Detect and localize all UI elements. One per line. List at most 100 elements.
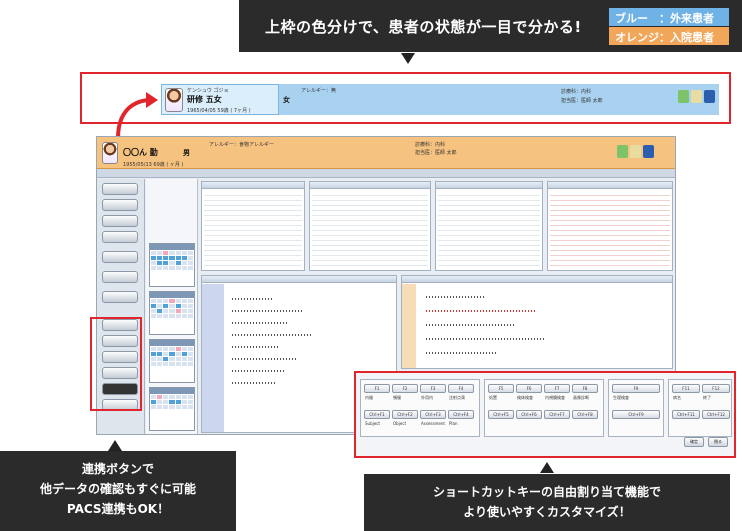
curved-arrow-icon [116, 92, 158, 139]
doctor-label: 担当医：医師 太郎 [415, 150, 457, 156]
shortcut-label: 病名 [673, 395, 681, 400]
shortcut-group: F9 生理検査 Ctrl+F9 [608, 379, 664, 437]
memo-panel[interactable] [547, 181, 673, 271]
outpatient-header-frame: ケンシュウ ゴジョ 研修 五女 1965/04/05 59歳 ( 7ヶ月 ) 女… [80, 72, 731, 124]
shortcut-key-ctrl-f12[interactable]: Ctrl+F12 [702, 410, 730, 419]
refresh-icon[interactable] [617, 145, 628, 158]
shortcut-key-ctrl-f1[interactable]: Ctrl+F1 [364, 410, 390, 419]
top-caption-title: 上枠の色分けで、患者の状態が一目で分かる! [265, 18, 582, 36]
shortcut-key-ctrl-f3[interactable]: Ctrl+F3 [420, 410, 446, 419]
rail-button[interactable] [102, 271, 138, 283]
shortcut-label: 終了 [703, 395, 711, 400]
shortcut-key-f8[interactable]: F8 [572, 384, 598, 393]
shortcut-key-f5[interactable]: F5 [488, 384, 514, 393]
soap-input-panel[interactable] [401, 275, 673, 369]
memo-icon[interactable] [691, 90, 702, 103]
close-button[interactable]: 閉る [708, 437, 728, 447]
shortcut-label: 画像診断 [573, 395, 589, 400]
calendar-month[interactable] [149, 291, 195, 335]
legend-outpatient: ブルー ：外来患者 [609, 8, 729, 26]
shortcut-label: 注射点滴 [449, 395, 465, 400]
rail-button[interactable] [102, 183, 138, 195]
doctor-label: 担当医：医師 太郎 [561, 98, 603, 104]
header-toolbar [678, 90, 715, 103]
patient-kana: ケンシュウ ゴジョ [187, 88, 229, 94]
calendar-month[interactable] [149, 387, 195, 431]
header-toolbar [617, 145, 654, 158]
vital-panel[interactable] [309, 181, 431, 271]
arrow-up-icon [108, 440, 122, 451]
book-icon[interactable] [643, 145, 654, 158]
menu-bar[interactable] [97, 169, 675, 178]
shortcut-key-f6[interactable]: F6 [516, 384, 542, 393]
patient-sex: 女 [283, 96, 290, 104]
caption-line: 他データの確認もすぐに可能 [39, 482, 196, 496]
shortcut-label: Subject [365, 421, 380, 426]
caption-line: PACS連携もOK！ [66, 502, 170, 516]
calendar-column [146, 179, 198, 434]
memo-icon[interactable] [630, 145, 641, 158]
department-label: 診療科：内科 [415, 142, 446, 148]
rail-button[interactable] [102, 215, 138, 227]
calendar-month[interactable] [149, 339, 195, 383]
rail-button[interactable] [102, 231, 138, 243]
shortcut-group: F5 F6 F7 F8 処置 検体検査 内視鏡検査 画像診断 Ctrl+F5 C… [484, 379, 604, 437]
shortcut-group: F1 F2 F3 F4 内服 頓服 外用内 注射点滴 Ctrl+F1 Ctrl+… [360, 379, 480, 437]
shortcut-key-f11[interactable]: F11 [672, 384, 700, 393]
patient-age: 1955/05/13 69歳 ( ヶ月 ) [123, 162, 184, 168]
shortcut-label: Plan [449, 421, 458, 426]
shortcut-key-f12[interactable]: F12 [702, 384, 730, 393]
allergy-label: アレルギー：食物アレルギー [209, 142, 275, 148]
shortcut-key-ctrl-f6[interactable]: Ctrl+F6 [516, 410, 542, 419]
shortcut-group: F11 F12 病名 終了 Ctrl+F11 Ctrl+F12 [668, 379, 732, 437]
outpatient-header-bar: ケンシュウ ゴジョ 研修 五女 1965/04/05 59歳 ( 7ヶ月 ) 女… [161, 84, 719, 115]
rail-button[interactable] [102, 199, 138, 211]
shortcut-label: 頓服 [393, 395, 401, 400]
book-icon[interactable] [704, 90, 715, 103]
shortcut-key-f9[interactable]: F9 [612, 384, 660, 393]
patient-info-box: ケンシュウ ゴジョ 研修 五女 1965/04/05 59歳 ( 7ヶ月 ) [161, 84, 279, 115]
caption-line: ショートカットキーの自由割り当て機能で [432, 485, 661, 499]
shortcut-key-f1[interactable]: F1 [364, 384, 390, 393]
shortcut-key-ctrl-f11[interactable]: Ctrl+F11 [672, 410, 700, 419]
patient-avatar [102, 142, 118, 164]
rail-button[interactable] [102, 251, 138, 263]
legend-inpatient: オレンジ：入院患者 [609, 27, 729, 45]
department-label: 診療科：内科 [561, 89, 592, 95]
patient-age: 1965/04/05 59歳 ( 7ヶ月 ) [187, 108, 251, 114]
shortcut-key-f4[interactable]: F4 [448, 384, 474, 393]
shortcut-label: 外用内 [421, 395, 433, 400]
shortcut-key-panel: F1 F2 F3 F4 内服 頓服 外用内 注射点滴 Ctrl+F1 Ctrl+… [354, 371, 736, 458]
shortcut-label: 内視鏡検査 [545, 395, 565, 400]
arrow-up-icon [540, 462, 554, 473]
shortcut-label: Object [393, 421, 407, 426]
shortcut-label: 生理検査 [613, 395, 629, 400]
shortcut-label: 処置 [489, 395, 497, 400]
shortcut-key-ctrl-f7[interactable]: Ctrl+F7 [544, 410, 570, 419]
patient-sex: 男 [183, 149, 190, 157]
shortcut-key-ctrl-f2[interactable]: Ctrl+F2 [392, 410, 418, 419]
linkage-buttons-highlight [90, 317, 142, 411]
shortcut-key-ctrl-f5[interactable]: Ctrl+F5 [488, 410, 514, 419]
rail-button[interactable] [102, 291, 138, 303]
refresh-icon[interactable] [678, 90, 689, 103]
patient-avatar [165, 88, 183, 112]
order-history-panel[interactable] [201, 181, 305, 271]
patient-name: 研修 五女 [187, 95, 222, 104]
confirm-button[interactable]: 確定 [684, 437, 704, 447]
shortcut-key-f2[interactable]: F2 [392, 384, 418, 393]
shortcut-key-ctrl-f9[interactable]: Ctrl+F9 [612, 410, 660, 419]
calendar-month[interactable] [149, 243, 195, 287]
shortcut-key-f3[interactable]: F3 [420, 384, 446, 393]
patient-name: 〇〇ん 勤 [123, 148, 158, 157]
shortcut-key-ctrl-f8[interactable]: Ctrl+F8 [572, 410, 598, 419]
arrow-down-icon [401, 53, 415, 64]
inpatient-header-bar: 〇〇ん 勤 男 1955/05/13 69歳 ( ヶ月 ) アレルギー：食物アレ… [97, 137, 675, 169]
caption-line: 連携ボタンで [81, 462, 154, 476]
shortcut-key-ctrl-f4[interactable]: Ctrl+F4 [448, 410, 474, 419]
shortcut-label: 内服 [365, 395, 373, 400]
shortcut-caption: ショートカットキーの自由割り当て機能で より使いやすくカスタマイズ！ [364, 474, 730, 531]
shortcut-key-f7[interactable]: F7 [544, 384, 570, 393]
exam-panel[interactable] [435, 181, 543, 271]
shortcut-label: Assessment [421, 421, 445, 426]
